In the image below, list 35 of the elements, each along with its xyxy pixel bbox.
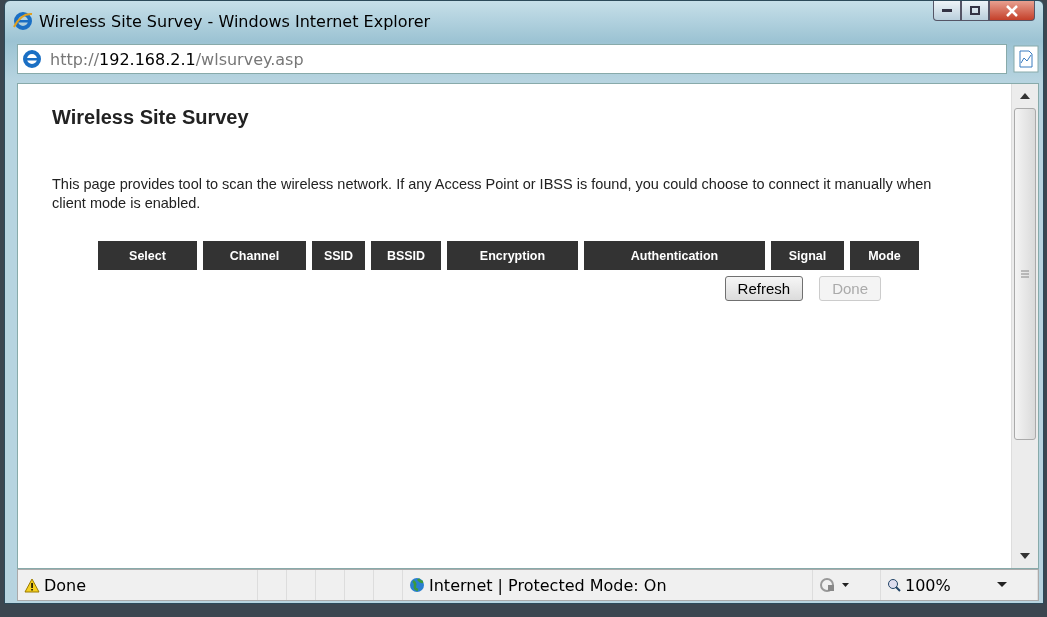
globe-icon [409,577,425,593]
zoom-icon[interactable] [887,578,901,592]
column-header: Mode [850,241,919,270]
scroll-thumb[interactable] [1014,108,1036,440]
close-button[interactable] [989,1,1035,21]
page-description: This page provides tool to scan the wireless network. If any Access Point or IBSS is found, you could choose to connect it manually when client mode is enabled. [52,175,933,213]
dropdown-icon[interactable] [997,582,1007,588]
scroll-down-icon[interactable] [1020,552,1030,560]
scrollbar[interactable] [1011,84,1038,568]
page-heading: Wireless Site Survey [52,106,250,129]
column-header: Encryption [447,241,578,270]
column-header: Select [98,241,197,270]
window-title: Wireless Site Survey - Windows Internet Explorer [39,11,432,31]
page-icon [22,49,42,69]
maximize-button[interactable] [961,1,989,21]
status-text: Done [44,575,87,595]
column-header: Signal [771,241,844,270]
column-header: Channel [203,241,306,270]
close-icon [1006,4,1018,17]
column-header: Authentication [584,241,765,270]
address-bar[interactable]: http://192.168.2.1/wlsurvey.asp [17,44,1007,74]
compatibility-icon[interactable] [1013,45,1039,73]
action-button[interactable]: Refresh [724,276,804,301]
security-icon[interactable] [819,577,849,593]
grip-icon [1021,270,1029,278]
browser-logo-icon [13,11,33,31]
minimize-button[interactable] [933,1,961,21]
column-header: BSSID [371,241,441,270]
scroll-up-icon[interactable] [1020,92,1030,100]
zoom-level[interactable]: 100% [905,575,951,595]
column-header: SSID [312,241,365,270]
maximize-icon [970,6,980,15]
minimize-icon [942,8,952,13]
security-zone: Internet | Protected Mode: On [429,575,667,595]
warning-icon [24,577,40,593]
